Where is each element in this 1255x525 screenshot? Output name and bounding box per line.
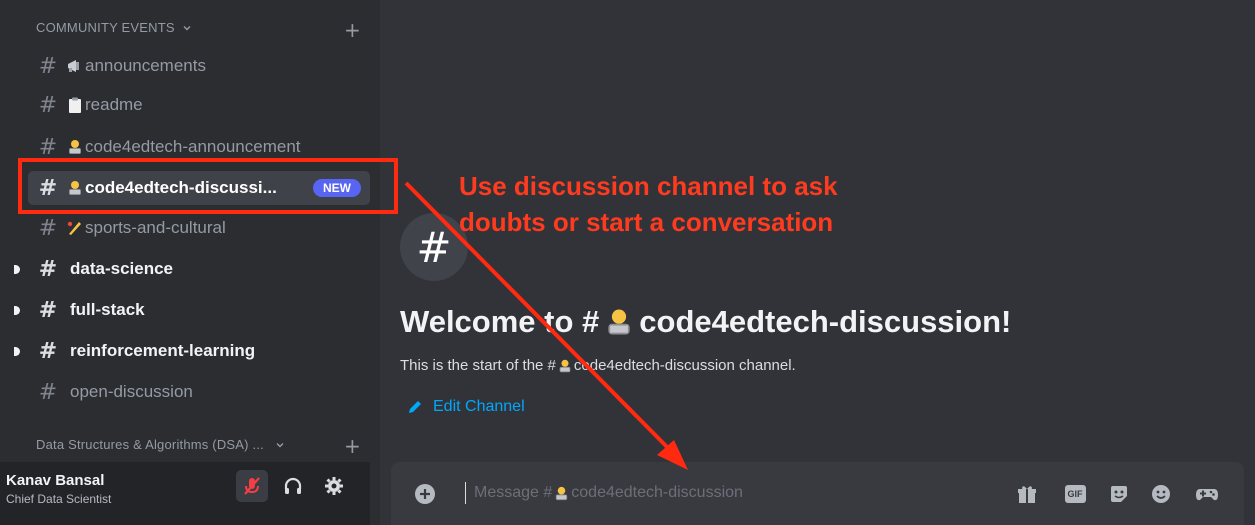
category-dsa[interactable]: Data Structures & Algorithms (DSA) ... <box>36 437 286 452</box>
channel-hash-icon: # <box>400 213 468 281</box>
welcome-title-prefix: Welcome to # <box>400 304 600 339</box>
unread-indicator <box>14 306 20 315</box>
gif-icon: GIF <box>1064 485 1086 503</box>
channel-label: data-science <box>70 259 173 278</box>
welcome-sub-suffix: code4edtech-discussion channel. <box>573 357 796 374</box>
gamepad-icon <box>1196 489 1218 501</box>
chevron-down-icon <box>276 442 284 447</box>
welcome-subtitle: This is the start of the # code4edtech-d… <box>400 357 796 374</box>
hash-icon: # <box>38 338 58 364</box>
smile-icon <box>1152 485 1170 503</box>
user-settings-button[interactable] <box>318 470 350 502</box>
hash-icon: # <box>38 297 58 323</box>
emoji-button[interactable] <box>1149 482 1173 506</box>
channel-announcements[interactable]: # announcements <box>28 49 370 83</box>
channel-reinforcement-learning[interactable]: # reinforcement-learning <box>28 334 370 368</box>
channel-label: open-discussion <box>70 382 193 401</box>
upload-button[interactable] <box>413 482 437 506</box>
annotation-highlight-box <box>18 158 398 214</box>
cricket-icon <box>67 221 81 235</box>
add-channel-plus-icon[interactable]: + <box>344 436 361 456</box>
chevron-down-icon <box>183 25 191 30</box>
technologist-icon <box>608 309 630 335</box>
chat-area <box>380 0 1255 525</box>
plus-circle-icon <box>415 484 435 504</box>
category-label: COMMUNITY EVENTS <box>36 20 175 35</box>
channel-sports-and-cultural[interactable]: # sports-and-cultural <box>28 211 370 245</box>
welcome-title: Welcome to # code4edtech-discussion! <box>400 304 1011 340</box>
channel-label: sports-and-cultural <box>85 218 226 237</box>
edit-channel-link[interactable]: Edit Channel <box>407 398 525 416</box>
technologist-icon <box>556 486 568 500</box>
gear-icon <box>325 477 343 495</box>
channel-open-discussion[interactable]: # open-discussion <box>28 375 370 409</box>
channel-label: full-stack <box>70 300 145 319</box>
hash-icon: # <box>38 134 58 160</box>
welcome-sub-prefix: This is the start of the # <box>400 357 556 374</box>
channel-label: reinforcement-learning <box>70 341 256 360</box>
user-name[interactable]: Kanav Bansal <box>6 472 104 489</box>
sticker-icon <box>1111 486 1127 502</box>
channel-label: announcements <box>85 56 206 75</box>
category-community-events[interactable]: COMMUNITY EVENTS <box>36 20 193 35</box>
pencil-icon <box>409 401 421 413</box>
placeholder-prefix: Message # <box>474 484 553 501</box>
clipboard-icon <box>69 97 81 113</box>
gift-button[interactable] <box>1015 482 1039 506</box>
user-panel: Kanav Bansal Chief Data Scientist <box>0 462 370 525</box>
activities-button[interactable] <box>1195 482 1219 506</box>
annotation-line-1: Use discussion channel to ask <box>459 171 838 201</box>
hash-icon: # <box>38 379 58 405</box>
annotation-text: Use discussion channel to ask doubts or … <box>459 168 838 240</box>
channel-sidebar: COMMUNITY EVENTS + # announcements # rea… <box>0 0 380 525</box>
mic-muted-icon <box>244 477 260 495</box>
annotation-line-2: doubts or start a conversation <box>459 207 834 237</box>
mute-button[interactable] <box>236 470 268 502</box>
gif-button[interactable]: GIF <box>1063 482 1087 506</box>
unread-indicator <box>14 265 20 274</box>
placeholder-suffix: code4edtech-discussion <box>571 484 743 501</box>
unread-indicator <box>14 347 20 356</box>
message-input[interactable]: Message # code4edtech-discussion <box>465 482 743 504</box>
headphones-icon <box>284 477 302 494</box>
gift-icon <box>1018 486 1036 503</box>
message-composer: Message # code4edtech-discussion GIF <box>391 462 1244 525</box>
hash-icon: # <box>38 53 58 79</box>
megaphone-icon <box>68 60 79 72</box>
technologist-icon <box>559 359 571 372</box>
category-label: Data Structures & Algorithms (DSA) ... <box>36 437 264 452</box>
deafen-button[interactable] <box>277 470 309 502</box>
hash-icon: # <box>38 92 58 118</box>
sticker-button[interactable] <box>1107 482 1131 506</box>
technologist-icon <box>69 140 81 154</box>
hash-icon: # <box>38 215 58 241</box>
edit-channel-label: Edit Channel <box>433 398 525 415</box>
channel-data-science[interactable]: # data-science <box>28 252 370 286</box>
channel-readme[interactable]: # readme <box>28 88 370 122</box>
welcome-title-suffix: code4edtech-discussion! <box>639 304 1012 339</box>
channel-full-stack[interactable]: # full-stack <box>28 293 370 327</box>
add-channel-plus-icon[interactable]: + <box>344 20 361 40</box>
hash-icon: # <box>38 256 58 282</box>
channel-label: code4edtech-announcement <box>85 137 301 156</box>
channel-label: readme <box>85 95 143 114</box>
user-role: Chief Data Scientist <box>6 492 112 506</box>
text-caret <box>465 482 466 504</box>
